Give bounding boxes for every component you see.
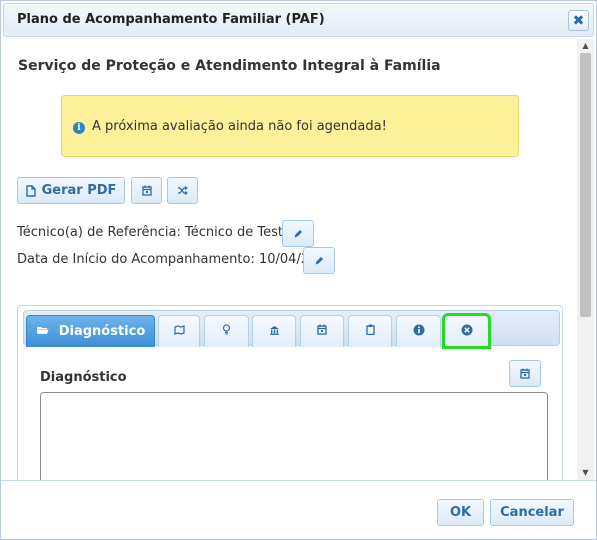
generate-pdf-label: Gerar PDF bbox=[41, 183, 117, 198]
tab-diagnostico[interactable]: Diagnóstico bbox=[26, 315, 155, 347]
map-icon bbox=[173, 324, 185, 339]
calendar-icon bbox=[141, 185, 152, 196]
clipboard-icon bbox=[365, 324, 375, 339]
close-circle-icon bbox=[461, 324, 473, 340]
info-icon bbox=[413, 324, 425, 340]
edit-data-inicio-button[interactable] bbox=[303, 247, 335, 274]
scroll-thumb[interactable] bbox=[580, 53, 591, 317]
diagnostico-textarea[interactable] bbox=[40, 392, 548, 480]
dialog-content: Serviço de Proteção e Atendimento Integr… bbox=[3, 39, 577, 480]
generate-pdf-button[interactable]: Gerar PDF bbox=[17, 177, 125, 204]
service-title: Serviço de Proteção e Atendimento Integr… bbox=[18, 58, 441, 74]
paf-dialog: Plano de Acompanhamento Familiar (PAF) ✖… bbox=[0, 0, 597, 540]
shuffle-button[interactable] bbox=[167, 177, 198, 204]
tab-bank[interactable] bbox=[252, 315, 296, 347]
tabs-panel: Diagnóstico Diagnóstico bbox=[17, 305, 563, 480]
edit-tecnico-button[interactable] bbox=[282, 220, 314, 247]
calendar-icon bbox=[317, 324, 327, 339]
calendar-button[interactable] bbox=[131, 177, 162, 204]
document-icon bbox=[25, 184, 36, 197]
dialog-titlebar[interactable]: Plano de Acompanhamento Familiar (PAF) ✖ bbox=[3, 3, 594, 37]
close-button[interactable]: ✖ bbox=[568, 10, 589, 31]
dialog-title: Plano de Acompanhamento Familiar (PAF) bbox=[17, 12, 325, 27]
alert-message: A próxima avaliação ainda não foi agenda… bbox=[92, 119, 387, 134]
alert-box: i A próxima avaliação ainda não foi agen… bbox=[61, 95, 519, 157]
calendar-icon bbox=[520, 368, 530, 379]
pencil-icon bbox=[293, 229, 303, 239]
pencil-icon bbox=[314, 256, 324, 266]
tab-close[interactable] bbox=[442, 313, 491, 349]
tab-calendar[interactable] bbox=[300, 315, 344, 347]
tab-lightbulb[interactable] bbox=[204, 315, 249, 347]
dialog-footer: OK Cancelar bbox=[1, 480, 596, 539]
scroll-up-arrow[interactable]: ▲ bbox=[577, 39, 594, 53]
close-icon: ✖ bbox=[572, 12, 585, 29]
data-inicio: Data de Início do Acompanhamento: 10/04/… bbox=[17, 252, 334, 267]
folder-open-icon bbox=[36, 324, 49, 339]
tab-info[interactable] bbox=[396, 315, 441, 347]
shuffle-icon bbox=[177, 186, 188, 195]
cancel-button[interactable]: Cancelar bbox=[490, 499, 574, 526]
lightbulb-icon bbox=[222, 324, 231, 339]
tab-map[interactable] bbox=[158, 315, 200, 347]
scroll-down-arrow[interactable]: ▼ bbox=[577, 466, 594, 480]
diagnostico-label: Diagnóstico bbox=[40, 370, 127, 385]
info-icon: i bbox=[73, 122, 85, 134]
tecnico-referencia: Técnico(a) de Referência: Técnico de Tes… bbox=[17, 225, 298, 240]
diagnostico-calendar-button[interactable] bbox=[509, 360, 541, 387]
vertical-scrollbar[interactable]: ▲ ▼ bbox=[577, 39, 594, 480]
tab-bar: Diagnóstico bbox=[23, 310, 560, 349]
tab-clipboard[interactable] bbox=[348, 315, 392, 347]
tab-diagnostico-label: Diagnóstico bbox=[58, 324, 146, 339]
ok-button[interactable]: OK bbox=[437, 499, 484, 526]
bank-icon bbox=[269, 324, 280, 339]
